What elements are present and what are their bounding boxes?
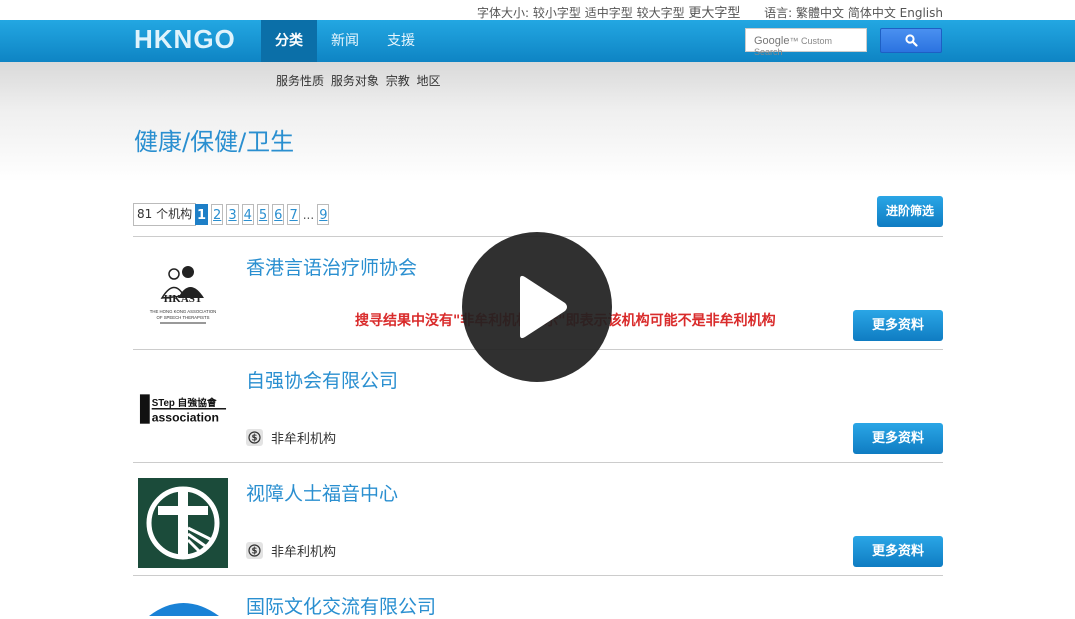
page-title: 健康/保健/卫生 [134, 128, 295, 156]
more-info-button[interactable]: 更多资料 [853, 423, 943, 454]
nonprofit-tag: $ 非牟利机构 [246, 428, 336, 447]
svg-text:THE HONG KONG ASSOCIATION: THE HONG KONG ASSOCIATION [150, 309, 217, 314]
subnav-region[interactable]: 地区 [417, 74, 441, 88]
nonprofit-label: 非牟利机构 [271, 432, 337, 447]
language-label: 语言: [764, 6, 793, 20]
dollar-icon: $ [246, 542, 263, 559]
hkast-logo-icon: HKAST THE HONG KONG ASSOCIATION OF SPEEC… [150, 266, 217, 324]
subnav-service-target[interactable]: 服务对象 [331, 74, 379, 88]
subnav-service-type[interactable]: 服务性质 [276, 74, 324, 88]
page-last[interactable]: 9 [317, 204, 330, 225]
search-brand: Google [754, 35, 790, 47]
org-name-link[interactable]: 视障人士福音中心 [246, 479, 398, 506]
search-input[interactable]: Google™ Custom Search [745, 28, 867, 57]
page-4[interactable]: 4 [241, 204, 254, 225]
sub-nav: 服务性质 服务对象 宗教 地区 [276, 72, 444, 89]
header-bar: HKNGO 分类 新闻 支援 Google™ Custom Search [0, 20, 1075, 62]
step-association-logo-icon: STep 自強協會 association [139, 394, 227, 425]
page-1[interactable]: 1 [195, 204, 209, 225]
list-item: 国际文化交流有限公司 [133, 576, 943, 618]
svg-text:$: $ [252, 434, 258, 444]
org-name-link[interactable]: 自强协会有限公司 [246, 366, 398, 393]
org-logo[interactable] [138, 478, 228, 568]
gospel-center-logo-icon [138, 478, 228, 568]
search-icon [904, 34, 918, 47]
svg-text:OF SPEECH THERAPISTS: OF SPEECH THERAPISTS [157, 315, 210, 320]
lang-english[interactable]: English [900, 6, 943, 20]
font-size-medium[interactable]: 适中字型 [585, 6, 633, 20]
culture-exchange-logo-icon [149, 603, 219, 616]
list-item: 视障人士福音中心 $ 非牟利机构 更多资料 [133, 463, 943, 576]
page-7[interactable]: 7 [287, 204, 300, 225]
results-toolbar: 81 个机构 1 2 3 4 5 6 7 ... 9 进阶筛选 [133, 196, 943, 237]
subnav-religion[interactable]: 宗教 [386, 74, 410, 88]
font-size-label: 字体大小: [477, 6, 530, 20]
page-ellipsis: ... [302, 208, 315, 222]
tab-news[interactable]: 新闻 [317, 20, 373, 62]
video-play-button[interactable] [462, 232, 612, 382]
site-logo[interactable]: HKNGO [134, 24, 236, 55]
tab-category[interactable]: 分类 [261, 20, 317, 62]
org-name-link[interactable]: 香港言语治疗师协会 [246, 253, 417, 280]
category-banner: 服务性质 服务对象 宗教 地区 健康/保健/卫生 [0, 62, 1075, 182]
utility-bar: 字体大小: 较小字型 适中字型 较大字型 更大字型 语言: 繁體中文 简体中文 … [0, 0, 1075, 21]
lang-traditional[interactable]: 繁體中文 [796, 6, 844, 20]
svg-text:STep 自強協會: STep 自強協會 [152, 396, 217, 409]
svg-text:association: association [152, 411, 219, 425]
search-button[interactable] [880, 28, 942, 53]
lang-simplified[interactable]: 简体中文 [848, 6, 896, 20]
font-size-xlarge[interactable]: 更大字型 [688, 6, 740, 21]
font-size-large[interactable]: 较大字型 [637, 6, 685, 20]
svg-text:HKAST: HKAST [164, 293, 203, 305]
result-count: 81 个机构 [133, 203, 197, 226]
more-info-button[interactable]: 更多资料 [853, 536, 943, 567]
main-nav: 分类 新闻 支援 [261, 20, 429, 62]
page-2[interactable]: 2 [211, 204, 224, 225]
advanced-filter-button[interactable]: 进阶筛选 [877, 196, 943, 227]
page-5[interactable]: 5 [256, 204, 270, 225]
org-logo[interactable] [138, 596, 228, 616]
org-logo[interactable]: STep 自強協會 association [138, 365, 228, 455]
more-info-button[interactable]: 更多资料 [853, 310, 943, 341]
nonprofit-tag: $ 非牟利机构 [246, 541, 336, 560]
font-size-small[interactable]: 较小字型 [533, 6, 581, 20]
tab-support[interactable]: 支援 [373, 20, 429, 62]
pagination: 1 2 3 4 5 6 7 ... 9 [195, 204, 330, 226]
svg-text:$: $ [252, 547, 258, 557]
page-3[interactable]: 3 [226, 204, 239, 225]
org-logo[interactable]: HKAST THE HONG KONG ASSOCIATION OF SPEEC… [138, 252, 228, 342]
page-6[interactable]: 6 [272, 204, 285, 225]
nonprofit-label: 非牟利机构 [271, 545, 337, 560]
dollar-icon: $ [246, 429, 263, 446]
play-icon [520, 275, 567, 339]
